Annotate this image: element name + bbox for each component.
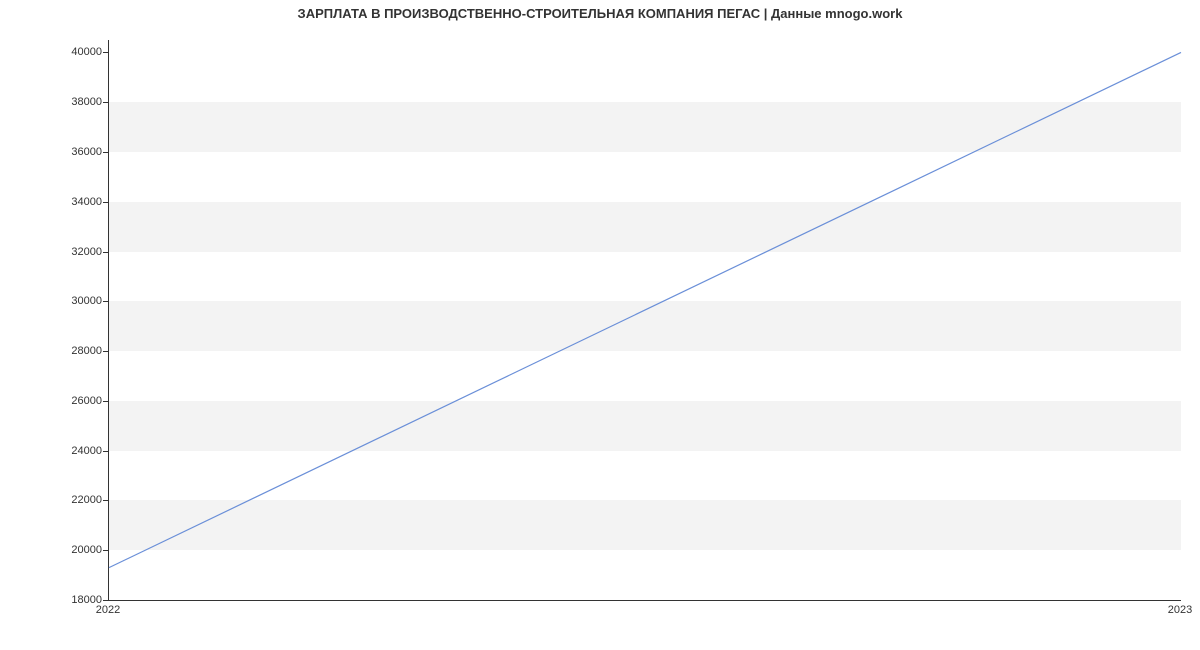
y-tick-label: 18000 xyxy=(12,594,102,606)
y-tick-label: 38000 xyxy=(12,96,102,108)
y-tick-label: 28000 xyxy=(12,345,102,357)
x-tick-label: 2022 xyxy=(96,604,120,616)
y-tick-mark xyxy=(103,550,108,551)
y-tick-mark xyxy=(103,351,108,352)
y-tick-mark xyxy=(103,252,108,253)
y-tick-label: 24000 xyxy=(12,445,102,457)
x-tick-label: 2023 xyxy=(1168,604,1192,616)
y-tick-mark xyxy=(103,451,108,452)
y-tick-label: 30000 xyxy=(12,295,102,307)
y-tick-mark xyxy=(103,52,108,53)
y-tick-mark xyxy=(103,500,108,501)
plot-area xyxy=(108,40,1181,601)
y-tick-label: 22000 xyxy=(12,494,102,506)
y-tick-mark xyxy=(103,401,108,402)
y-tick-mark xyxy=(103,152,108,153)
y-tick-label: 34000 xyxy=(12,196,102,208)
y-tick-mark xyxy=(103,102,108,103)
y-tick-label: 40000 xyxy=(12,46,102,58)
y-tick-label: 26000 xyxy=(12,395,102,407)
y-tick-mark xyxy=(103,301,108,302)
data-line xyxy=(109,40,1181,600)
y-tick-label: 36000 xyxy=(12,146,102,158)
y-tick-label: 20000 xyxy=(12,544,102,556)
chart-title: ЗАРПЛАТА В ПРОИЗВОДСТВЕННО-СТРОИТЕЛЬНАЯ … xyxy=(0,6,1200,21)
y-tick-mark xyxy=(103,600,108,601)
line-chart: ЗАРПЛАТА В ПРОИЗВОДСТВЕННО-СТРОИТЕЛЬНАЯ … xyxy=(0,0,1200,650)
y-tick-label: 32000 xyxy=(12,246,102,258)
y-tick-mark xyxy=(103,202,108,203)
